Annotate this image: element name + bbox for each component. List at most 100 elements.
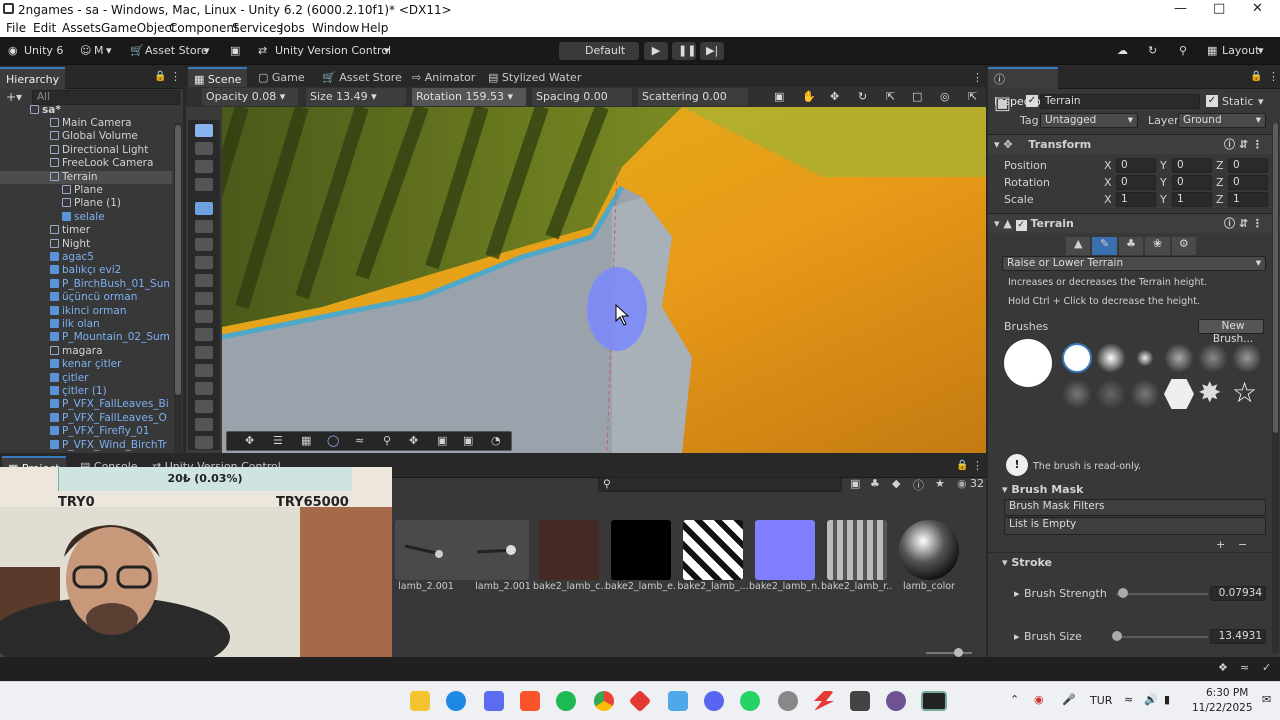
history-icon[interactable]: ↻ (1148, 42, 1157, 60)
scene-filter-icon[interactable]: ▣ (850, 477, 860, 490)
hand-tool-icon[interactable]: ✋ (798, 88, 820, 106)
tool-wind-icon[interactable] (195, 400, 213, 413)
spotify-icon[interactable] (556, 691, 576, 711)
tab-game[interactable]: ▢ Game (252, 67, 311, 89)
asset-thumb-mask[interactable] (683, 520, 743, 580)
move-icon[interactable]: ✥ (245, 434, 254, 447)
tool-paint-icon[interactable] (195, 202, 213, 215)
type-filter-icon[interactable]: ♣ (870, 477, 880, 490)
vscode-icon[interactable] (668, 691, 688, 711)
brush-strength-thumb[interactable] (1118, 588, 1128, 598)
step-button[interactable]: ▶| (700, 42, 724, 60)
flash-icon[interactable] (814, 691, 834, 711)
opacity-field[interactable]: Opacity 0.08 ▾ (202, 88, 298, 106)
transform-y-field[interactable]: 0 (1172, 158, 1212, 173)
brave-icon[interactable] (520, 691, 540, 711)
brush-hard-icon[interactable] (1062, 343, 1092, 373)
asset-thumb-n[interactable] (755, 520, 815, 580)
brush-splat-icon[interactable] (1232, 343, 1262, 373)
transform-tool-icon[interactable]: ◎ (936, 88, 954, 106)
more-icon[interactable]: ⋮ (170, 70, 181, 83)
scene-viewport[interactable]: ✥ ☰ ▦ ◯ ≈ ⚲ ✥ ▣ ▣ ◔ (222, 107, 986, 453)
menu-assets[interactable]: Assets (62, 21, 101, 35)
stroke-header[interactable]: ▾ Stroke (988, 552, 1280, 572)
microphone-icon[interactable]: 🎤 (1062, 693, 1076, 706)
search-icon[interactable]: ⚲ (383, 434, 391, 447)
battery-icon[interactable]: ▮ (1164, 693, 1170, 706)
favorite-icon[interactable]: ★ (935, 477, 945, 490)
clock-date[interactable]: 11/22/2025 (1192, 702, 1253, 714)
debug-icon[interactable]: ❖ (1218, 661, 1228, 674)
file-explorer-icon[interactable] (410, 691, 430, 711)
project-search-input[interactable]: ⚲ (598, 477, 842, 492)
tool-holes-icon[interactable] (195, 292, 213, 305)
brush-star-icon[interactable]: ☆ (1232, 376, 1257, 409)
brush-rock-icon[interactable] (1062, 379, 1092, 409)
compass-icon[interactable]: ◔ (491, 434, 501, 447)
terrain-settings-icon[interactable]: ⚙ (1171, 237, 1197, 255)
new-brush-button[interactable]: New Brush... (1198, 319, 1264, 345)
tool-mountain-icon[interactable] (195, 418, 213, 431)
menu-component[interactable]: Component (169, 21, 239, 35)
label-filter-icon[interactable]: ◆ (892, 477, 900, 490)
scene-root[interactable]: sa* (30, 104, 202, 117)
check-icon[interactable]: ✓ (1262, 661, 1271, 674)
layers-icon[interactable]: ≈ (355, 434, 364, 447)
brush-hexagon-icon[interactable] (1164, 379, 1194, 409)
size-field[interactable]: Size 13.49 ▾ (306, 88, 406, 106)
tab-animator[interactable]: ⇨ Animator (406, 67, 481, 89)
terrain-detail-icon[interactable]: ❀ (1145, 237, 1170, 255)
gizmo-icon[interactable]: ⇱ (964, 88, 981, 106)
info-icon[interactable]: ⓘ (913, 477, 924, 493)
tab-asset-store[interactable]: 🛒 Asset Store (316, 67, 408, 89)
menu-gameobject[interactable]: GameObject (101, 21, 176, 35)
github-icon[interactable] (886, 691, 906, 711)
tool-raise-icon[interactable] (195, 124, 213, 137)
scale-tool-icon[interactable]: ⇱ (882, 88, 899, 106)
cloud-icon[interactable]: ☁ (1117, 42, 1128, 60)
scattering-field[interactable]: Scattering 0.00 (638, 88, 748, 106)
chevron-down-icon[interactable]: ▾ (1258, 95, 1264, 108)
transform-y-field[interactable]: 1 (1172, 192, 1212, 207)
hierarchy-item[interactable]: Terrain (0, 170, 172, 184)
language-indicator[interactable]: TUR (1090, 694, 1112, 707)
tray-app-icon[interactable]: ◉ (1034, 693, 1044, 706)
more-icon[interactable]: ⋮ (972, 459, 983, 472)
tab-stylized-water[interactable]: ▤ Stylized Water (482, 67, 587, 89)
grid-icon[interactable]: ▦ (301, 434, 311, 447)
close-icon[interactable]: ✕ (1252, 1, 1263, 16)
wifi-icon[interactable]: ≈ (1124, 693, 1133, 706)
layout-dropdown[interactable]: Layout (1222, 42, 1259, 60)
more-icon[interactable]: ⋮ (972, 71, 983, 84)
rotation-field[interactable]: Rotation 159.53 ▾ (412, 88, 526, 106)
zoom-slider-thumb[interactable] (954, 648, 963, 657)
tag-dropdown[interactable]: Untagged ▾ (1040, 113, 1138, 128)
tool-texture-icon[interactable] (195, 274, 213, 287)
brush-grass-icon[interactable] (1130, 379, 1160, 409)
transform-header[interactable]: ▾ ✥ Transform ⓘ ⇵ ⋮ (988, 134, 1280, 154)
add-icon[interactable]: + (1216, 538, 1225, 551)
tool-transform-icon[interactable] (195, 346, 213, 359)
asset-thumb-material[interactable] (899, 520, 959, 580)
tab-hierarchy[interactable]: Hierarchy (0, 67, 66, 89)
settings-icon[interactable]: ☰ (273, 434, 283, 447)
layers-icon[interactable]: ≈ (1240, 661, 1249, 674)
account-icon[interactable]: ☺ (80, 42, 91, 60)
lock-icon[interactable]: 🔒 (154, 71, 166, 82)
remove-icon[interactable]: − (1238, 538, 1247, 551)
chevron-right-icon[interactable]: ▸ (1014, 587, 1020, 600)
menu-file[interactable]: File (6, 21, 26, 35)
menu-jobs[interactable]: Jobs (280, 21, 305, 35)
menu-help[interactable]: Help (361, 21, 388, 35)
unity-editor-icon[interactable] (921, 691, 947, 711)
package-icon[interactable]: ▣ (230, 42, 240, 60)
minimize-icon[interactable]: — (1174, 1, 1187, 16)
brush-strength-slider[interactable] (1116, 593, 1208, 595)
obs-icon[interactable] (778, 691, 798, 711)
discord-icon[interactable] (704, 691, 724, 711)
layer-dropdown[interactable]: Ground ▾ (1178, 113, 1266, 128)
tab-scene[interactable]: ▦ Scene (188, 67, 248, 89)
terrain-header[interactable]: ▾ ▲ ✓ Terrain ⓘ ⇵ ⋮ (988, 213, 1280, 233)
zoom-slider[interactable] (926, 652, 972, 654)
tool-sculpt-icon[interactable] (195, 382, 213, 395)
